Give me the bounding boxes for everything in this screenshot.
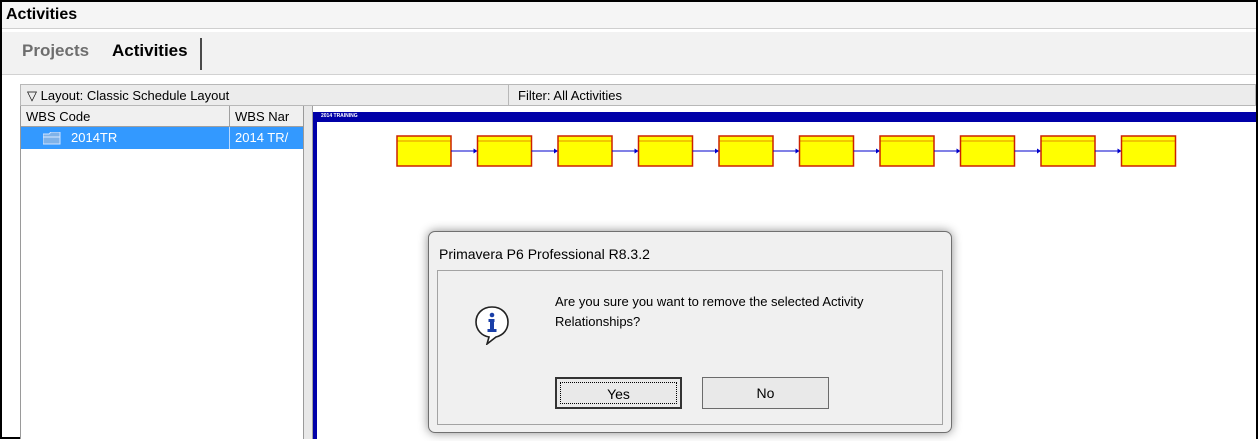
- cell-divider: [229, 127, 230, 149]
- activity-box[interactable]: [476, 135, 533, 167]
- no-button-label: No: [756, 385, 775, 401]
- window-title: Activities: [6, 6, 78, 23]
- dialog-body: Are you sure you want to remove the sele…: [437, 270, 943, 425]
- activity-box[interactable]: [959, 135, 1016, 167]
- layout-filter-bar: ▽ Layout: Classic Schedule Layout Filter…: [20, 84, 1256, 106]
- wbs-name-cell: 2014 TR/: [235, 130, 289, 145]
- column-wbs-code[interactable]: WBS Code: [26, 109, 90, 124]
- filter-label[interactable]: Filter: All Activities: [518, 88, 622, 103]
- activity-box[interactable]: [396, 135, 452, 167]
- dialog-title: Primavera P6 Professional R8.3.2: [439, 246, 650, 262]
- table-row[interactable]: 2014TR 2014 TR/: [21, 127, 303, 149]
- layout-dropdown[interactable]: ▽ Layout: Classic Schedule Layout: [27, 88, 229, 104]
- window-titlebar: Activities: [2, 2, 1256, 29]
- toolbar-divider: [508, 85, 509, 105]
- focus-rect: [560, 382, 677, 404]
- info-icon: [475, 306, 509, 345]
- chevron-down-icon: ▽: [27, 88, 41, 103]
- dialog-message: Are you sure you want to remove the sele…: [555, 294, 864, 329]
- activity-box[interactable]: [1040, 135, 1096, 167]
- wbs-code-cell: 2014TR: [71, 130, 118, 145]
- activity-box[interactable]: [557, 135, 613, 167]
- active-tab-indicator: [200, 38, 202, 70]
- column-wbs-name[interactable]: WBS Nar: [235, 109, 289, 124]
- activity-box[interactable]: [879, 135, 935, 167]
- tab-bar: Projects Activities: [2, 32, 1256, 75]
- tab-projects[interactable]: Projects: [22, 41, 89, 61]
- wbs-panel: WBS Code WBS Nar 2014TR 2014 TR/: [20, 106, 304, 439]
- folder-icon: [43, 132, 61, 145]
- layout-label: Layout: Classic Schedule Layout: [40, 88, 230, 103]
- activity-box[interactable]: [1120, 135, 1177, 167]
- activity-box[interactable]: [798, 135, 855, 167]
- column-resize-handle[interactable]: [229, 106, 230, 126]
- yes-button[interactable]: Yes: [555, 377, 682, 409]
- tab-activities[interactable]: Activities: [112, 41, 188, 61]
- wbs-column-header: WBS Code WBS Nar: [21, 106, 303, 127]
- pane-splitter[interactable]: [304, 106, 313, 439]
- activity-box[interactable]: [718, 135, 774, 167]
- no-button[interactable]: No: [702, 377, 829, 409]
- activity-chain: [396, 135, 1177, 167]
- activity-box[interactable]: [637, 135, 694, 167]
- confirm-dialog: Primavera P6 Professional R8.3.2 Are you…: [428, 231, 952, 433]
